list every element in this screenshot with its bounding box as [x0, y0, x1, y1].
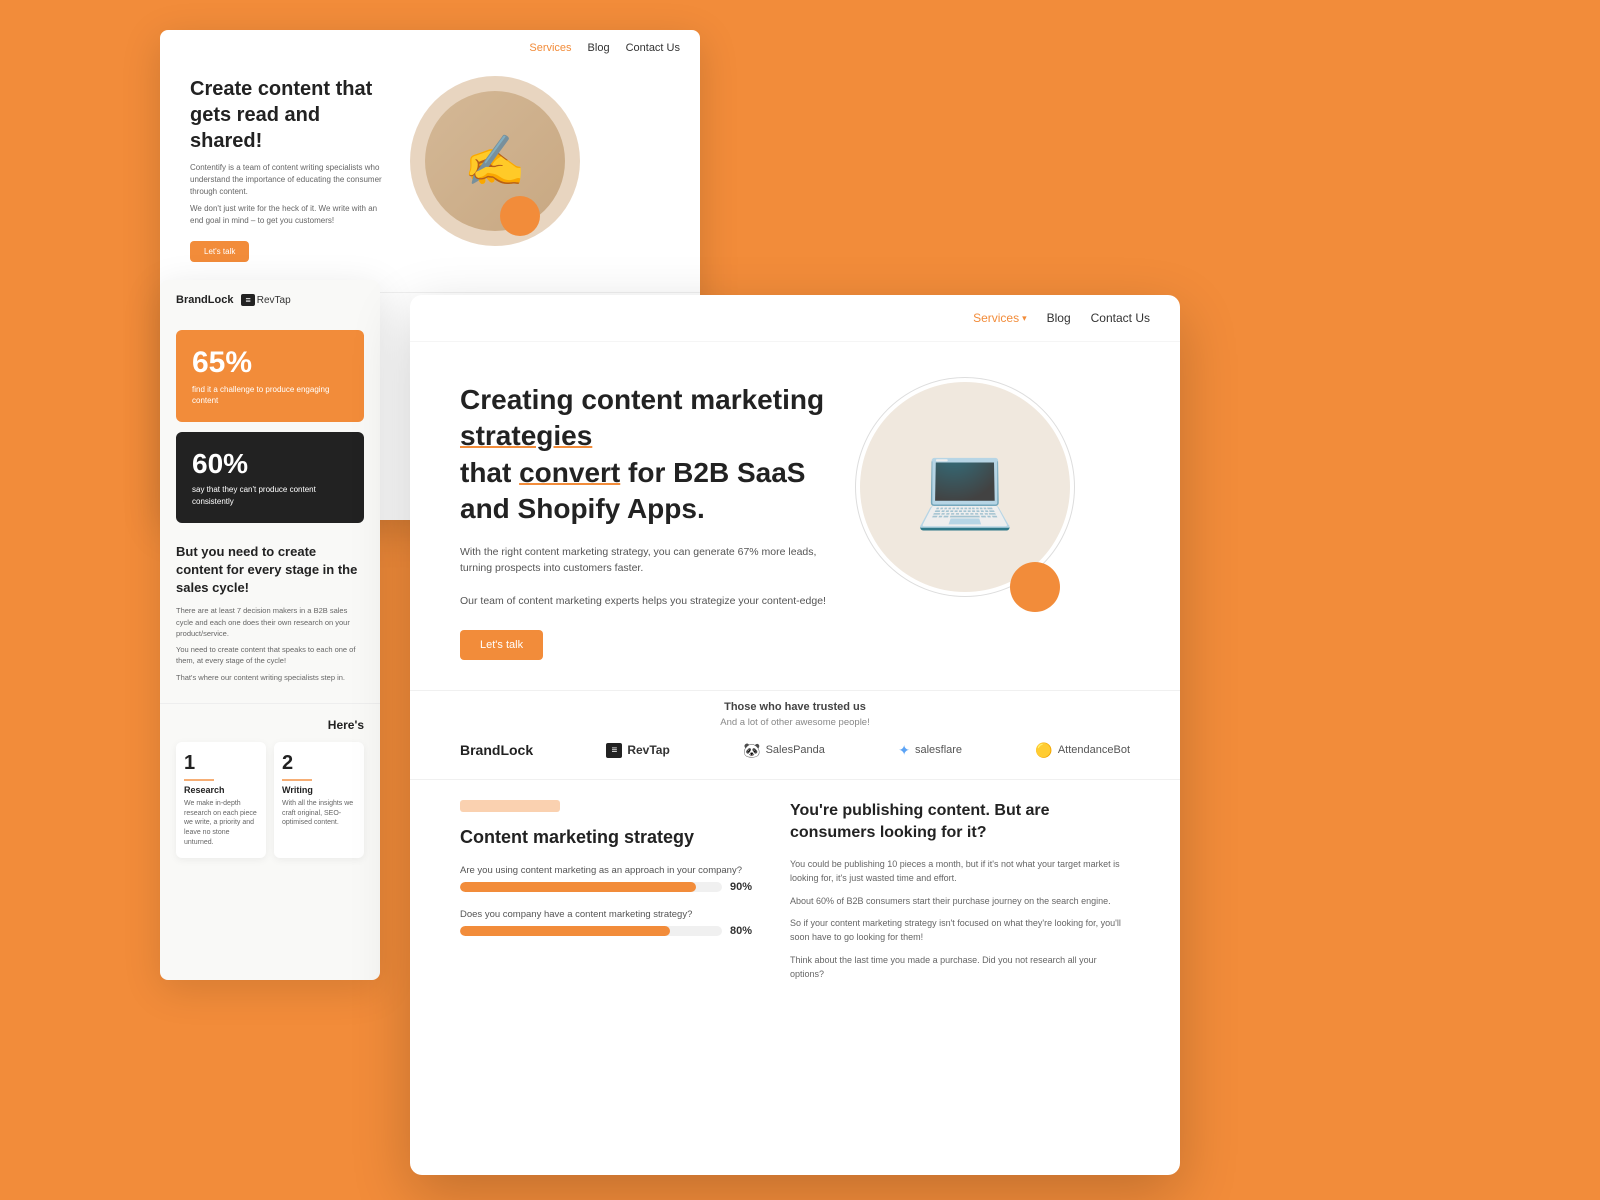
publishing-body2: About 60% of B2B consumers start their p… [790, 894, 1130, 908]
progress-fill-2 [460, 926, 670, 936]
back-hero-image: ✍️ [410, 76, 580, 246]
back-body2: We don't just write for the heck of it. … [190, 203, 390, 227]
highlight-bar [460, 800, 560, 812]
back-nav-blog[interactable]: Blog [588, 42, 610, 54]
step-2-line [282, 779, 312, 781]
stat-label-2: 80% [730, 925, 760, 937]
logos-row: BrandLock ≡ RevTap 🐼 SalesPanda ✦ salesf… [460, 742, 1130, 759]
publishing-body4: Think about the last time you made a pur… [790, 953, 1130, 982]
front-cta-button[interactable]: Let's talk [460, 630, 543, 660]
card-front: Services ▾ Blog Contact Us Creating cont… [410, 295, 1180, 1175]
front-nav: Services ▾ Blog Contact Us [410, 295, 1180, 342]
front-hero-body1: With the right content marketing strateg… [460, 544, 830, 578]
publishing-body3: So if your content marketing strategy is… [790, 916, 1130, 945]
step-1-research: 1 Research We make in-depth research on … [176, 742, 266, 858]
heres-section: Here's 1 Research We make in-depth resea… [160, 703, 380, 872]
stat-label-1: 90% [730, 881, 760, 893]
back-body1: Contentify is a team of content writing … [190, 162, 390, 198]
left-panel-body2: You need to create content that speaks t… [176, 644, 364, 667]
stat-question-2: Does you company have a content marketin… [460, 909, 760, 920]
back-orange-dot [500, 196, 540, 236]
left-panel-body3: That's where our content writing special… [176, 672, 364, 683]
back-hero-text: Create content that gets read and shared… [190, 76, 390, 262]
front-hero: Creating content marketing strategies th… [410, 342, 1180, 690]
publishing-title: You're publishing content. But are consu… [790, 800, 1130, 845]
front-nav-blog[interactable]: Blog [1047, 311, 1071, 325]
step-2-num: 2 [282, 752, 356, 775]
publishing-box: You're publishing content. But are consu… [790, 800, 1130, 990]
trusted-subtitle: And a lot of other awesome people! [460, 717, 1130, 728]
stat-row-2: Does you company have a content marketin… [460, 909, 760, 937]
logo-salespanda: 🐼 SalesPanda [743, 742, 825, 759]
back-headline: Create content that gets read and shared… [190, 76, 390, 154]
services-chevron-icon: ▾ [1022, 313, 1027, 324]
back-nav-contact[interactable]: Contact Us [626, 42, 680, 54]
stat-65-desc: find it a challenge to produce engaging … [192, 384, 348, 406]
content-marketing-box: Content marketing strategy Are you using… [460, 800, 760, 990]
back-nav-services[interactable]: Services [529, 42, 571, 54]
content-section: Content marketing strategy Are you using… [410, 779, 1180, 1020]
progress-bar-1: 90% [460, 881, 760, 893]
headline-strategies: strategies [460, 420, 592, 451]
logo-attendancebot: 🟡 AttendanceBot [1035, 742, 1130, 759]
headline-convert: convert [519, 457, 620, 488]
trusted-section: Those who have trusted us And a lot of o… [410, 690, 1180, 779]
progress-bg-2 [460, 926, 722, 936]
step-1-title: Research [184, 785, 258, 795]
back-cta-button[interactable]: Let's talk [190, 241, 249, 262]
left-panel-body1: There are at least 7 decision makers in … [176, 605, 364, 639]
progress-bg-1 [460, 882, 722, 892]
heres-title: Here's [176, 718, 364, 732]
back-nav: Services Blog Contact Us [160, 30, 700, 66]
content-title: Content marketing strategy [460, 826, 760, 849]
publishing-body1: You could be publishing 10 pieces a mont… [790, 857, 1130, 886]
front-hero-image-wrap: 💻 [860, 382, 1090, 592]
front-headline: Creating content marketing strategies th… [460, 382, 830, 528]
left-logo-brandlock: BrandLock [176, 294, 233, 306]
stat-60-percent: 60% [192, 448, 348, 480]
logo-revtap: ≡ RevTap [606, 743, 669, 758]
stat-65-percent: 65% [192, 346, 348, 380]
left-panel: BrandLock ≡ RevTap 65% find it a challen… [160, 280, 380, 980]
stat-box-65: 65% find it a challenge to produce engag… [176, 330, 364, 422]
front-hero-text: Creating content marketing strategies th… [460, 382, 830, 660]
left-panel-title: But you need to create content for every… [176, 543, 364, 598]
front-nav-services[interactable]: Services ▾ [973, 311, 1027, 325]
step-1-num: 1 [184, 752, 258, 775]
step-2-desc: With all the insights we craft original,… [282, 799, 356, 828]
front-orange-dot [1010, 562, 1060, 612]
progress-fill-1 [460, 882, 696, 892]
left-logo-revtap: ≡ RevTap [241, 294, 290, 306]
front-hero-circle: 💻 [860, 382, 1070, 592]
step-2-title: Writing [282, 785, 356, 795]
stat-row-1: Are you using content marketing as an ap… [460, 865, 760, 893]
logo-brandlock: BrandLock [460, 742, 533, 758]
step-1-line [184, 779, 214, 781]
left-panel-main-content: But you need to create content for every… [160, 523, 380, 703]
back-hero-image-inner: ✍️ [425, 91, 565, 231]
trusted-title: Those who have trusted us [460, 701, 1130, 713]
stat-60-desc: say that they can't produce content cons… [192, 484, 348, 506]
front-nav-contact[interactable]: Contact Us [1091, 311, 1150, 325]
step-2-writing: 2 Writing With all the insights we craft… [274, 742, 364, 858]
progress-bar-2: 80% [460, 925, 760, 937]
back-hero: Create content that gets read and shared… [160, 66, 700, 272]
left-logos: BrandLock ≡ RevTap [160, 280, 380, 320]
step-1-desc: We make in-depth research on each piece … [184, 799, 258, 848]
steps-row: 1 Research We make in-depth research on … [176, 742, 364, 858]
logo-salesflare: ✦ salesflare [898, 742, 962, 759]
stat-question-1: Are you using content marketing as an ap… [460, 865, 760, 876]
front-hero-body2: Our team of content marketing experts he… [460, 593, 830, 610]
stat-box-60: 60% say that they can't produce content … [176, 432, 364, 522]
